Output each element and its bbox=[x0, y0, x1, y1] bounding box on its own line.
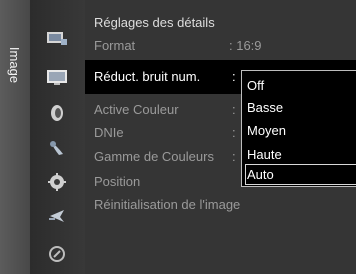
menu-item-active-color[interactable]: Active Couleur bbox=[94, 101, 179, 118]
option-auto[interactable]: Auto bbox=[245, 164, 356, 185]
category-tab[interactable]: Image bbox=[0, 0, 30, 274]
menu-item-color-gamut[interactable]: Gamme de Couleurs bbox=[94, 148, 214, 165]
input-icon[interactable] bbox=[46, 27, 68, 49]
menu-item-active-color-value: : bbox=[232, 102, 236, 117]
picture-icon[interactable] bbox=[46, 66, 68, 88]
option-off[interactable]: Off bbox=[245, 75, 356, 96]
satellite-dish-icon[interactable] bbox=[46, 205, 68, 227]
menu-item-picture-reset[interactable]: Réinitialisation de l'image bbox=[94, 196, 240, 213]
menu-item-color-gamut-value: : bbox=[232, 149, 236, 164]
menu-item-noise-reduction[interactable]: Réduct. bruit num. bbox=[94, 68, 200, 85]
option-medium[interactable]: Moyen bbox=[245, 120, 356, 141]
channel-icon[interactable] bbox=[46, 137, 68, 159]
menu-item-format-value: : 16:9 bbox=[229, 38, 262, 53]
tv-settings-menu: Image Réglages des détails Format: 16:9… bbox=[0, 0, 356, 274]
category-tab-label: Image bbox=[7, 46, 22, 84]
setup-icon[interactable] bbox=[46, 171, 68, 193]
sound-icon[interactable] bbox=[46, 102, 68, 124]
option-high[interactable]: Haute bbox=[245, 144, 356, 165]
support-icon[interactable] bbox=[46, 243, 68, 265]
noise-reduction-dropdown[interactable]: Off Basse Moyen Haute Auto bbox=[241, 70, 356, 187]
menu-item-format[interactable]: Format bbox=[94, 37, 135, 54]
option-low[interactable]: Basse bbox=[245, 97, 356, 118]
menu-header: Réglages des détails bbox=[94, 15, 215, 30]
menu-item-dnie-value: : bbox=[232, 125, 236, 140]
category-icon-column bbox=[30, 0, 85, 274]
menu-item-dnie[interactable]: DNIe bbox=[94, 124, 124, 141]
menu-item-position[interactable]: Position bbox=[94, 173, 140, 190]
menu-item-noise-reduction-value: : bbox=[232, 69, 236, 84]
